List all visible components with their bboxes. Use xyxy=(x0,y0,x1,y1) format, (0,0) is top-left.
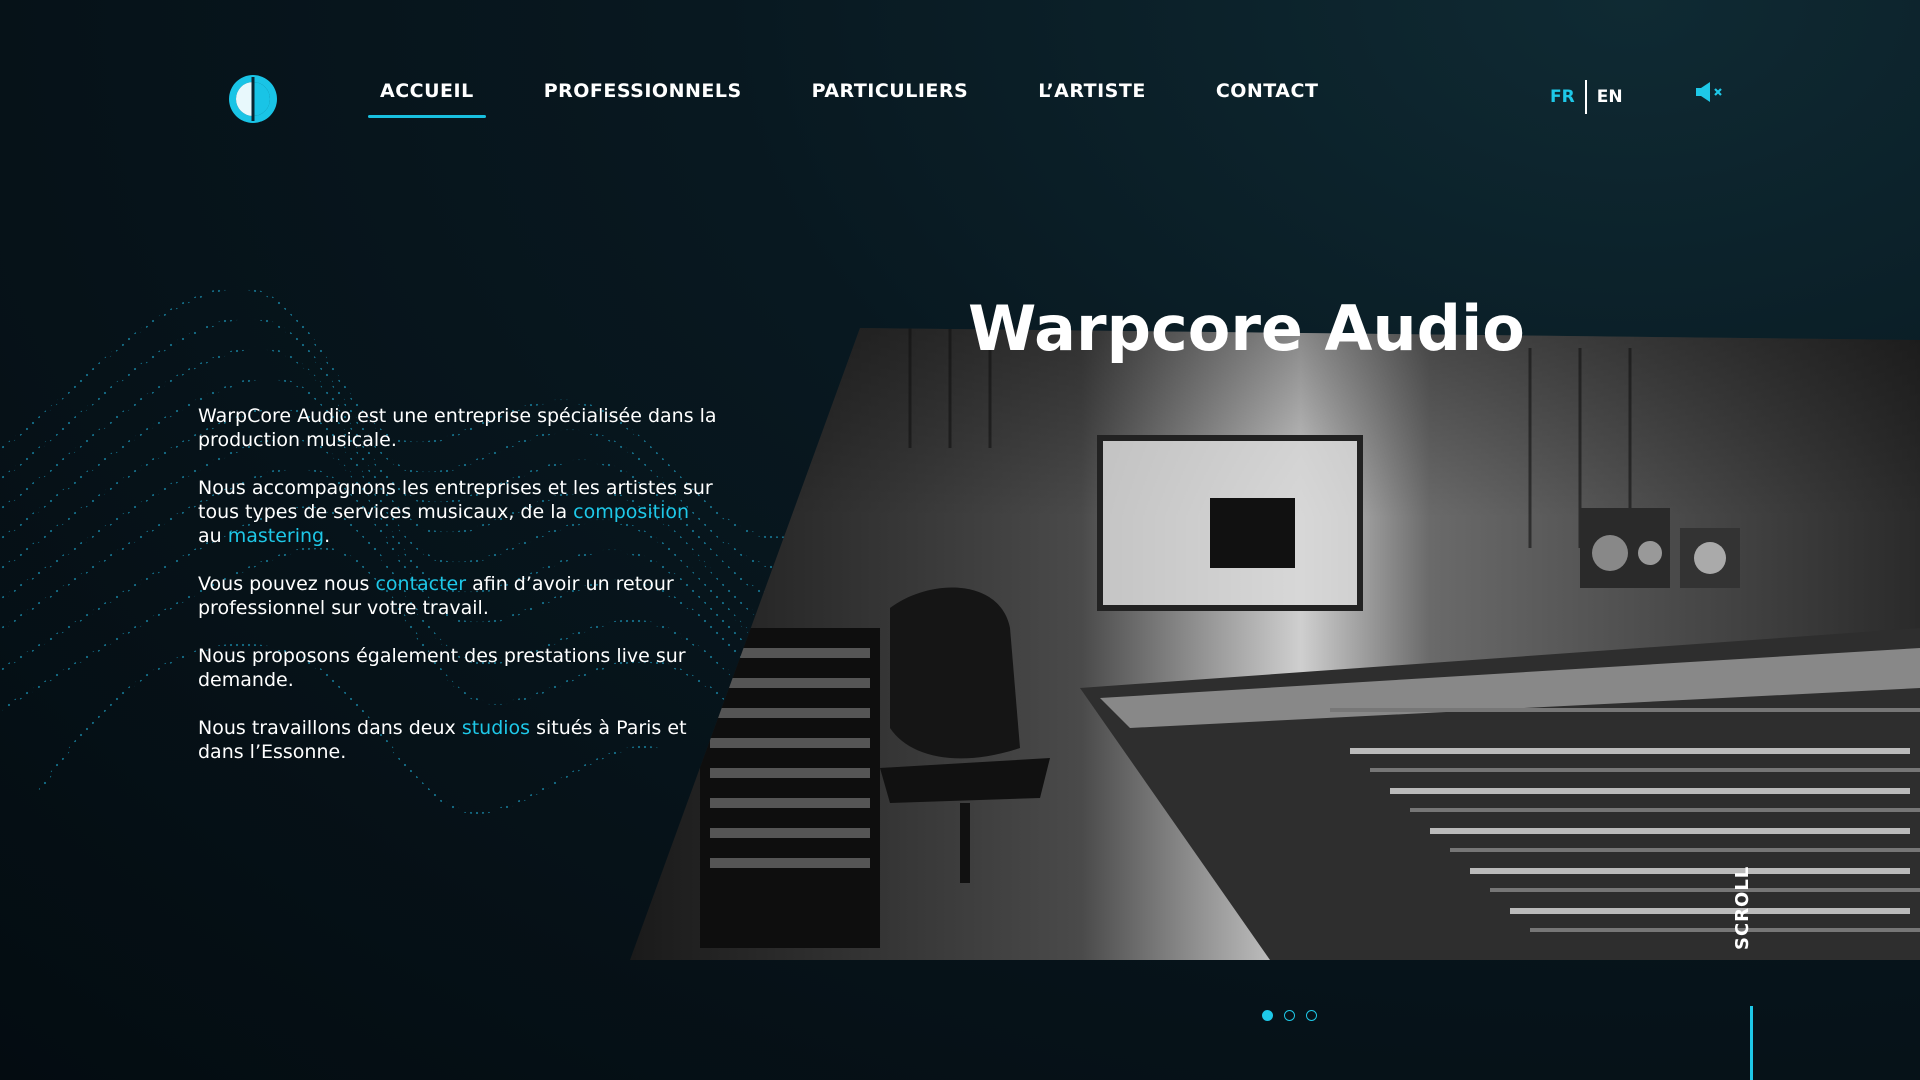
intro-paragraph-1: WarpCore Audio est une entreprise spécia… xyxy=(198,404,718,452)
carousel-dot-3[interactable] xyxy=(1306,1010,1317,1021)
composition-link[interactable]: composition xyxy=(573,501,689,523)
intro-paragraph-3: Vous pouvez nous contacter afin d’avoir … xyxy=(198,572,718,620)
paragraph-text: au xyxy=(198,525,228,547)
carousel-dot-1[interactable] xyxy=(1262,1010,1273,1021)
language-switcher: FR EN xyxy=(1550,80,1623,114)
carousel-dot-2[interactable] xyxy=(1284,1010,1295,1021)
paragraph-text: WarpCore Audio est une entreprise spécia… xyxy=(198,405,717,451)
paragraph-text: . xyxy=(324,525,331,547)
scroll-indicator-label[interactable]: SCROLL xyxy=(1732,866,1753,950)
lang-fr-button[interactable]: FR xyxy=(1550,87,1575,107)
nav-item-particuliers[interactable]: PARTICULIERS xyxy=(812,80,969,112)
paragraph-text: Vous pouvez nous xyxy=(198,573,376,595)
paragraph-text: Nous travaillons dans deux xyxy=(198,717,462,739)
nav-item-professionnels[interactable]: PROFESSIONNELS xyxy=(544,80,742,112)
lang-en-button[interactable]: EN xyxy=(1597,87,1623,107)
lang-divider xyxy=(1584,80,1587,114)
studio-photo xyxy=(630,328,1920,960)
contacter-link[interactable]: contacter xyxy=(375,573,466,595)
main-navigation: ACCUEIL PROFESSIONNELS PARTICULIERS L’AR… xyxy=(368,80,1388,118)
nav-item-accueil[interactable]: ACCUEIL xyxy=(368,80,486,118)
paragraph-text: Nous proposons également des prestations… xyxy=(198,645,686,691)
intro-paragraph-5: Nous travaillons dans deux studios situé… xyxy=(198,716,718,764)
intro-paragraph-4: Nous proposons également des prestations… xyxy=(198,644,718,692)
intro-paragraph-2: Nous accompagnons les entreprises et les… xyxy=(198,476,718,548)
mastering-link[interactable]: mastering xyxy=(228,525,324,547)
carousel-dots xyxy=(1262,1010,1328,1021)
scroll-indicator-line xyxy=(1750,1006,1753,1080)
nav-item-contact[interactable]: CONTACT xyxy=(1216,80,1319,112)
studios-link[interactable]: studios xyxy=(462,717,530,739)
intro-text: WarpCore Audio est une entreprise spécia… xyxy=(198,404,718,788)
logo-icon[interactable] xyxy=(228,74,278,124)
nav-item-artiste[interactable]: L’ARTISTE xyxy=(1038,80,1146,112)
speaker-muted-icon[interactable] xyxy=(1694,80,1726,104)
hero-title: Warpcore Audio xyxy=(968,292,1525,365)
